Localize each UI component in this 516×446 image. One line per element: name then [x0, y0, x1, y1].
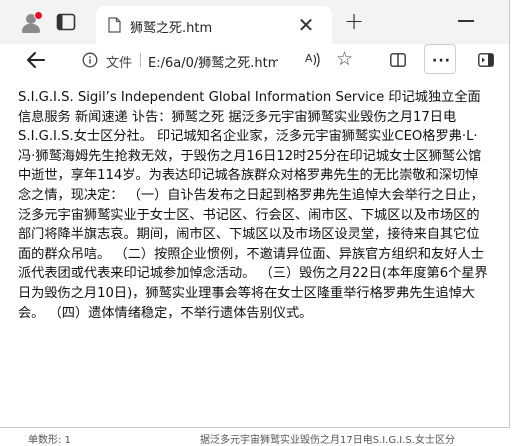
back-arrow-icon[interactable]: [24, 48, 48, 72]
page-content: S.I.G.I.S. Sigil’s Independent Global In…: [0, 76, 509, 427]
tab-close-icon[interactable]: ✕: [294, 13, 318, 37]
file-scheme-label: 文件: [106, 56, 133, 71]
obituary-text: S.I.G.I.S. Sigil’s Independent Global In…: [18, 90, 488, 321]
minimize-button[interactable]: [458, 20, 474, 22]
sidebar-toggle-icon[interactable]: [478, 53, 494, 67]
favorite-star-icon[interactable]: ☆: [336, 49, 353, 69]
tab-active[interactable]: 狮鹫之死.htm ✕: [96, 6, 332, 44]
svg-text:A: A: [305, 52, 313, 65]
split-screen-icon[interactable]: [390, 53, 406, 67]
address-bar[interactable]: 文件 E:/6a/0/狮鹫之死.htm A ☆: [68, 45, 368, 75]
url-text[interactable]: E:/6a/0/狮鹫之死.htm: [148, 52, 278, 71]
background-page-strip: 单数形: 1 据泛多元宇宙狮鹫实业毁伤之月17日电S.I.G.I.S.女士区分: [0, 428, 516, 446]
new-tab-button[interactable]: +: [342, 9, 366, 34]
address-separator: [140, 53, 141, 67]
more-dots-icon: ···: [432, 53, 451, 69]
file-icon: [108, 17, 121, 33]
toolbar: 文件 E:/6a/0/狮鹫之死.htm A ☆ ···: [0, 44, 509, 76]
read-aloud-icon[interactable]: A: [304, 51, 322, 69]
tab-actions-icon[interactable]: [56, 13, 76, 31]
tab-title: 狮鹫之死.htm: [130, 21, 213, 36]
browser-window: 狮鹫之死.htm ✕ + 文件 E:/6a/0/狮鹫之死.htm A ☆ ···…: [0, 0, 510, 428]
more-options-button[interactable]: ···: [424, 44, 456, 74]
info-icon[interactable]: [82, 52, 98, 68]
background-right-text: 据泛多元宇宙狮鹫实业毁伤之月17日电S.I.G.I.S.女士区分: [200, 435, 455, 446]
background-left-text: 单数形: 1: [28, 435, 71, 446]
tab-strip: 狮鹫之死.htm ✕ +: [0, 0, 509, 44]
profile-avatar-icon[interactable]: [20, 11, 43, 34]
